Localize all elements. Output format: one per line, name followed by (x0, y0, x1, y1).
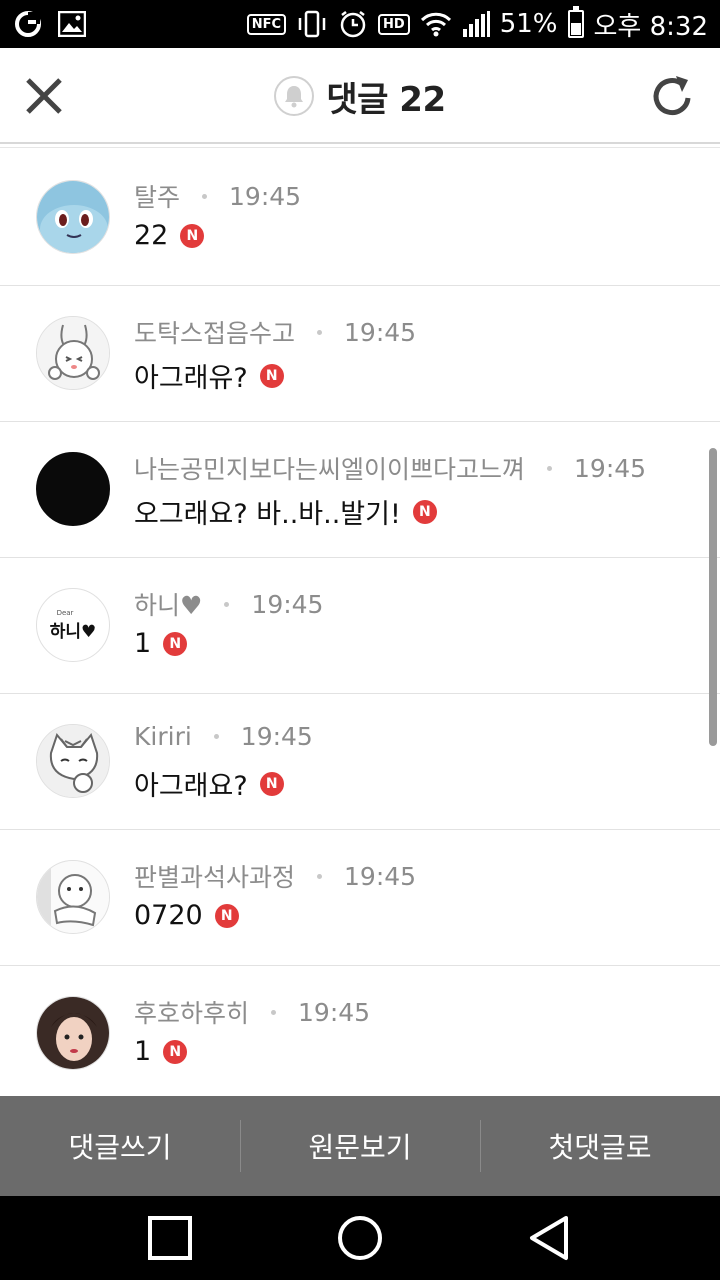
comment-text: 0720 (134, 900, 203, 931)
navigation-bar (0, 1196, 720, 1280)
action-bar: 댓글쓰기 원문보기 첫댓글로 (0, 1096, 720, 1196)
notification-toggle[interactable] (274, 76, 315, 116)
separator-dot (271, 1009, 277, 1015)
new-badge: N (259, 363, 284, 388)
new-badge: N (412, 499, 437, 524)
separator-dot (547, 465, 553, 471)
triangle-back-icon (530, 1216, 568, 1260)
comment-author[interactable]: 후호하후히 (134, 994, 249, 1030)
duck-avatar[interactable] (36, 860, 110, 934)
nfc-icon: NFC (246, 13, 287, 35)
comment-text: 1 (134, 1036, 152, 1067)
comment-list[interactable]: 탈주 19:45 22 N 도탁스접음수고 19:45 아그래유? N 나는공민… (0, 150, 720, 1096)
comment-item[interactable]: Kiriri 19:45 아그래요? N (0, 694, 720, 830)
black-avatar[interactable] (36, 452, 110, 526)
comment-text: 1 (134, 628, 152, 659)
new-badge: N (214, 903, 239, 928)
comment-author[interactable]: 도탁스접음수고 (134, 314, 295, 350)
avatar-text: 하니♥ (49, 621, 97, 642)
comment-author[interactable]: Kiriri (134, 722, 192, 751)
status-bar: NFC HD 51% 오후 8:32 (0, 0, 720, 48)
comment-item[interactable]: 도탁스접음수고 19:45 아그래유? N (0, 286, 720, 422)
scrollbar[interactable] (709, 448, 717, 746)
comment-text: 아그래유? (134, 363, 248, 394)
comment-item[interactable]: 판별과석사과정 19:45 0720 N (0, 830, 720, 966)
comment-author[interactable]: 나는공민지보다는씨엘이이쁘다고느껴 (134, 450, 525, 486)
view-original-button[interactable]: 원문보기 (240, 1096, 480, 1196)
comment-time: 19:45 (240, 722, 313, 751)
comment-item[interactable]: 후호하후히 19:45 1 N (0, 966, 720, 1096)
cat-avatar[interactable] (36, 724, 110, 798)
comment-author[interactable]: 하니♥ (134, 586, 202, 622)
gallery-icon (58, 11, 86, 37)
photo-avatar[interactable] (36, 996, 110, 1070)
comment-author[interactable]: 탈주 (134, 178, 180, 214)
battery-percent: 51% (499, 9, 558, 39)
first-comment-button[interactable]: 첫댓글로 (480, 1096, 720, 1196)
comment-time: 19:45 (251, 589, 324, 619)
separator-dot (317, 329, 323, 335)
home-button[interactable] (336, 1214, 384, 1262)
new-badge: N (163, 1039, 188, 1064)
squirtle-avatar[interactable] (36, 180, 110, 254)
comment-item[interactable]: Dear 하니♥ 하니♥ 19:45 1 N (0, 558, 720, 694)
new-badge: N (163, 631, 188, 656)
vibrate-icon (296, 10, 328, 38)
hani-text-avatar[interactable]: Dear 하니♥ (36, 588, 110, 662)
comment-text: 오그래요? 바..바..발기! (134, 499, 401, 530)
comment-time: 19:45 (574, 453, 647, 483)
comment-time: 19:45 (298, 997, 371, 1027)
signal-icon (462, 11, 490, 37)
comment-time: 19:45 (344, 317, 417, 347)
page-title: 댓글 22 (326, 79, 446, 120)
separator-dot (317, 873, 323, 879)
separator-dot (202, 193, 208, 199)
refresh-icon (653, 76, 691, 116)
avatar-small-text: Dear (56, 608, 74, 617)
recents-button[interactable] (146, 1214, 194, 1262)
bell-icon (285, 86, 304, 108)
hd-icon: HD (378, 13, 410, 35)
comment-text: 아그래요? (134, 771, 248, 802)
circle-icon (338, 1216, 382, 1260)
comment-time: 19:45 (344, 861, 417, 891)
clock: 오후 8:32 (593, 11, 709, 42)
separator-dot (213, 734, 219, 739)
new-badge: N (259, 771, 284, 796)
refresh-button[interactable] (646, 70, 698, 122)
comment-text: 22 (134, 220, 169, 251)
bunny-avatar[interactable] (36, 316, 110, 390)
write-comment-button[interactable]: 댓글쓰기 (0, 1096, 240, 1196)
back-button[interactable] (526, 1214, 574, 1262)
square-icon (148, 1216, 192, 1260)
battery-icon (567, 6, 584, 38)
comment-item[interactable]: 나는공민지보다는씨엘이이쁘다고느껴 19:45 오그래요? 바..바..발기! … (0, 422, 720, 558)
carrier-icon (14, 10, 42, 38)
wifi-icon (420, 11, 452, 37)
comment-header: 댓글 22 (0, 48, 720, 148)
separator-dot (224, 601, 230, 607)
comment-author[interactable]: 판별과석사과정 (134, 858, 295, 894)
new-badge: N (180, 223, 205, 248)
comment-time: 19:45 (229, 181, 302, 211)
alarm-icon (338, 9, 368, 39)
comment-item[interactable]: 탈주 19:45 22 N (0, 150, 720, 286)
